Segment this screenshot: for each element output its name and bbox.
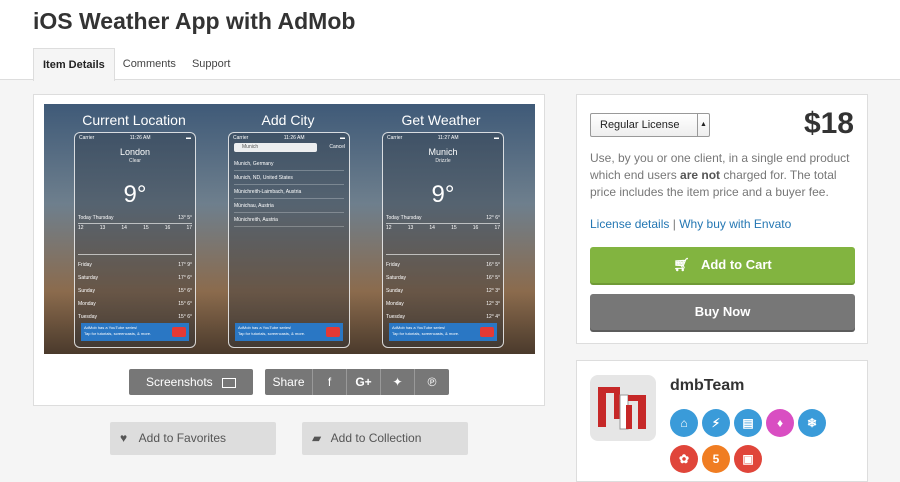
add-to-favorites-label: Add to Favorites [138, 431, 227, 445]
link-separator: | [672, 217, 676, 231]
search-result: Münichreith-Laimbach, Austria [234, 185, 344, 199]
license-description: Use, by you or one client, in a single e… [590, 151, 850, 199]
add-to-favorites-button[interactable]: ♥ Add to Favorites [110, 422, 276, 455]
license-select-value: Regular License [600, 119, 680, 131]
phone-screen-current-location: Carrier 11:26 AM ▬ London Clear 9° Today T… [74, 132, 196, 348]
share-bar: Share f G+ ✦ ℗ [265, 369, 449, 395]
screenshots-button[interactable]: Screenshots [129, 369, 253, 395]
cancel-link: Cancel [329, 144, 345, 150]
status-bar: Carrier 11:26 AM ▬ [233, 135, 345, 141]
current-temperature: 9° [123, 181, 147, 208]
current-temperature: 9° [431, 181, 455, 208]
select-arrow-icon: ▲ [697, 114, 709, 136]
admob-banner: AdMob has a YouTube series! Tap for tutor… [235, 323, 343, 341]
youtube-icon [480, 327, 494, 337]
search-results: Munich, Germany Munich, ND, United State… [234, 157, 344, 227]
facebook-icon[interactable]: f [313, 369, 347, 395]
status-bar: Carrier 11:26 AM ▬ [79, 135, 191, 141]
today-row: Today Thursday 13° 5° [78, 215, 192, 224]
cart-icon: 🛒︎ [673, 257, 690, 272]
youtube-icon [326, 327, 340, 337]
pinterest-icon[interactable]: ℗ [415, 369, 449, 395]
page-title: iOS Weather App with AdMob [33, 8, 356, 34]
panel-title-current-location: Current Location [82, 112, 186, 128]
license-details-link[interactable]: License details [590, 217, 669, 231]
paw-badge-icon[interactable]: ✿ [670, 445, 698, 473]
phone-screen-get-weather: Carrier 11:27 AM ▬ Munich Drizzle 9° Today… [382, 132, 504, 348]
snowflake-badge-icon[interactable]: ❄ [798, 409, 826, 437]
panel-title-get-weather: Get Weather [401, 112, 481, 128]
tab-item-details[interactable]: Item Details [33, 48, 115, 81]
screenshots-label: Screenshots [145, 375, 213, 389]
add-to-collection-label: Add to Collection [330, 431, 422, 445]
city-search-field: Munich [234, 143, 317, 152]
sales-badge-icon[interactable]: ▣ [734, 445, 762, 473]
buy-now-button[interactable]: Buy Now [590, 294, 855, 330]
admob-banner: AdMob has a YouTube series! Tap for tutor… [81, 323, 189, 341]
item-price: $18 [803, 107, 854, 140]
weather-condition: Drizzle [435, 158, 451, 164]
author-badge-icon[interactable]: ⌂ [670, 409, 698, 437]
weather-condition: Clear [129, 158, 141, 164]
forecast-row: Monday 12° 3° [386, 301, 500, 307]
author-card: dmbTeam ⌂ ⚡︎ ▤ ♦ ❄ ✿ 5 ▣ [576, 360, 868, 482]
author-name[interactable]: dmbTeam [670, 377, 744, 395]
search-result: Munich, Germany [234, 157, 344, 171]
page-header: iOS Weather App with AdMob Item Details … [0, 0, 900, 81]
item-tabs: Item Details Comments Support [33, 48, 239, 81]
lightning-badge-icon[interactable]: ⚡︎ [702, 409, 730, 437]
preview-actions: Screenshots [129, 369, 253, 395]
tab-comments[interactable]: Comments [115, 48, 184, 80]
city-name: London [119, 147, 151, 157]
add-to-collection-button[interactable]: ▰ Add to Collection [302, 422, 468, 455]
add-to-cart-button[interactable]: 🛒︎ Add to Cart [590, 247, 855, 283]
share-label: Share [265, 369, 313, 395]
forecast-row: Monday 15° 6° [78, 301, 192, 307]
item-preview-card: Current Location Add City Get Weather Ca… [33, 94, 545, 406]
today-row: Today Thursday 12° 6° [386, 215, 500, 224]
forecast-row: Sunday 15° 6° [78, 288, 192, 294]
purchase-card: Regular License ▲ $18 Use, by you or one… [576, 94, 868, 344]
gem-badge-icon[interactable]: ♦ [766, 409, 794, 437]
twitter-icon[interactable]: ✦ [381, 369, 415, 395]
forecast-row: Friday 16° 5° [386, 262, 500, 268]
item-preview-image[interactable]: Current Location Add City Get Weather Ca… [44, 104, 535, 354]
search-result: Münichau, Austria [234, 199, 344, 213]
license-select[interactable]: Regular License ▲ [590, 113, 710, 137]
daily-forecast: Friday 17° 9° Saturday 17° 6° Sunday 15° 6°… [78, 259, 192, 324]
why-buy-link[interactable]: Why buy with Envato [679, 217, 791, 231]
admob-banner: AdMob has a YouTube series! Tap for tutor… [389, 323, 497, 341]
city-name: Munich [428, 147, 458, 157]
hourly-forecast: 12 13 14 15 16 17 [78, 225, 192, 255]
panel-title-add-city: Add City [261, 112, 315, 128]
youtube-icon [172, 327, 186, 337]
image-icon [222, 377, 237, 388]
years-badge-icon[interactable]: 5 [702, 445, 730, 473]
search-result: Munich, ND, United States [234, 171, 344, 185]
forecast-row: Saturday 16° 5° [386, 275, 500, 281]
forecast-row: Sunday 12° 3° [386, 288, 500, 294]
forecast-row: Friday 17° 9° [78, 262, 192, 268]
license-links: License details | Why buy with Envato [590, 217, 791, 231]
add-to-cart-label: Add to Cart [700, 257, 772, 272]
phone-screen-add-city: Carrier 11:26 AM ▬ Munich Cancel Munich, G… [228, 132, 350, 348]
heart-icon: ♥ [120, 431, 128, 445]
printer-badge-icon[interactable]: ▤ [734, 409, 762, 437]
tab-support[interactable]: Support [184, 48, 239, 80]
status-bar: Carrier 11:27 AM ▬ [387, 135, 499, 141]
forecast-row: Saturday 17° 6° [78, 275, 192, 281]
google-plus-icon[interactable]: G+ [347, 369, 381, 395]
author-avatar[interactable] [590, 375, 656, 441]
daily-forecast: Friday 16° 5° Saturday 16° 5° Sunday 12° 3°… [386, 259, 500, 324]
folder-icon: ▰ [312, 431, 322, 445]
hourly-forecast: 12 13 14 15 16 17 [386, 225, 500, 255]
search-result: Münichreith, Austria [234, 213, 344, 227]
